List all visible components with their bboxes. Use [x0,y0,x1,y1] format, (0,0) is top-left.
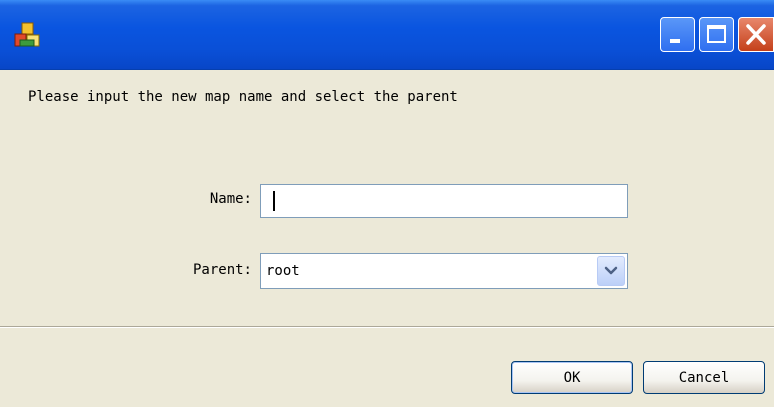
title-bar[interactable] [0,0,774,70]
app-icon [12,20,42,50]
name-input[interactable] [260,184,628,218]
parent-label: Parent: [192,262,252,278]
ok-button[interactable]: OK [511,361,633,394]
instruction-text: Please input the new map name and select… [28,89,458,105]
text-caret [273,191,275,211]
maximize-button[interactable] [699,17,734,52]
minimize-icon [661,18,694,51]
dropdown-button[interactable] [597,256,625,286]
close-button[interactable] [738,17,774,52]
minimize-button[interactable] [660,17,695,52]
name-label: Name: [209,191,252,207]
parent-select[interactable]: root [260,253,628,289]
parent-select-value: root [266,263,300,279]
dialog-body: Please input the new map name and select… [0,70,774,407]
divider [0,326,774,328]
maximize-icon [700,18,733,51]
chevron-down-icon [598,257,624,285]
cancel-button[interactable]: Cancel [643,361,765,394]
close-icon [739,18,773,51]
